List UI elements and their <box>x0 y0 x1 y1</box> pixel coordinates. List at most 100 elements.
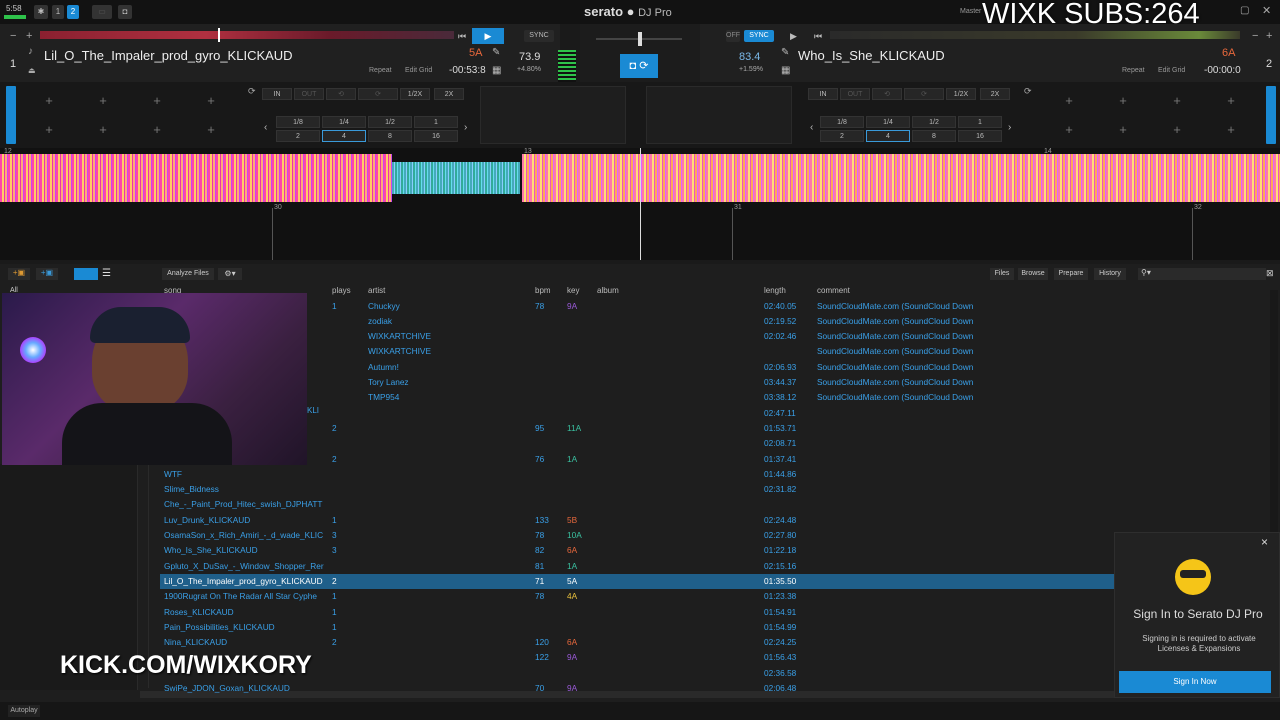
table-row[interactable]: Pain_Possibilities_KLICKAUD 1 01:54.99 <box>160 620 1114 635</box>
fx-slot-left[interactable] <box>480 86 626 144</box>
chevron-right-icon[interactable]: › <box>464 122 467 133</box>
sync-button-right[interactable]: SYNC <box>744 30 774 42</box>
cue-pad[interactable]: + <box>130 86 184 115</box>
column-comment[interactable]: comment <box>817 286 850 296</box>
loop-toggle-button[interactable]: ⟳ <box>358 88 398 100</box>
column-album[interactable]: album <box>597 286 619 296</box>
fx-slot-right[interactable] <box>646 86 792 144</box>
cue-pad[interactable]: + <box>22 115 76 144</box>
loop-size[interactable]: 16 <box>414 130 458 142</box>
loop-refresh-icon-right[interactable]: ⟳ <box>1024 86 1032 97</box>
play-button[interactable]: ▶ <box>472 28 504 44</box>
table-row[interactable]: 1900Rugrat On The Radar All Star Cyphe 1 7… <box>160 589 1114 604</box>
chevron-right-icon-right[interactable]: › <box>1008 122 1011 133</box>
table-row[interactable]: OsamaSon_x_Rich_Amiri_-_d_wade_KLIC 3 78 10… <box>160 528 1114 543</box>
prepare-button[interactable]: Prepare <box>1054 268 1088 280</box>
clear-search-icon[interactable]: ⊠ <box>1266 268 1274 279</box>
loop-out-button[interactable]: OUT <box>294 88 324 100</box>
cue-pad[interactable]: + <box>76 86 130 115</box>
close-icon[interactable]: × <box>1261 535 1268 549</box>
loop-in-button[interactable]: IN <box>262 88 292 100</box>
table-row[interactable]: Nina_KLICKAUD 2 120 6A 02:24.25 <box>160 635 1114 650</box>
chevron-left-icon-right[interactable]: ‹ <box>810 122 813 133</box>
cue-pad[interactable]: + <box>184 115 238 144</box>
mixer-view-button[interactable]: ▭ <box>92 5 112 19</box>
table-row[interactable]: SwiPe_JDON_Goxan_KLICKAUD 70 9A 02:06.48 <box>160 681 1114 696</box>
settings-icon[interactable]: ✱ <box>34 5 48 19</box>
add-crate-icon[interactable]: +▣ <box>8 268 30 280</box>
loop-size[interactable]: 1/8 <box>276 116 320 128</box>
cue-pad[interactable]: + <box>1204 86 1258 115</box>
table-row[interactable]: Luv_Drunk_KLICKAUD 1 133 5B 02:24.48 <box>160 513 1114 528</box>
loop-size[interactable]: 1/4 <box>322 116 366 128</box>
minus-icon[interactable]: − <box>10 30 16 42</box>
previous-icon[interactable]: ⏮ <box>458 31 466 42</box>
table-row[interactable]: Who_Is_She_KLICKAUD 3 82 6A 01:22.18 <box>160 543 1114 558</box>
minus-icon-right[interactable]: − <box>1252 30 1258 42</box>
cue-pad[interactable]: + <box>1150 86 1204 115</box>
cue-pad[interactable]: + <box>1204 115 1258 144</box>
loop-size[interactable]: 1/8 <box>820 116 864 128</box>
loop-double-button-right[interactable]: 2X <box>980 88 1010 100</box>
history-button[interactable]: History <box>1094 268 1126 280</box>
pencil-icon[interactable]: ✎ <box>492 47 500 58</box>
cue-pad[interactable]: + <box>22 86 76 115</box>
files-button[interactable]: Files <box>990 268 1014 280</box>
loop-size[interactable]: 16 <box>958 130 1002 142</box>
column-bpm[interactable]: bpm <box>535 286 551 296</box>
list-view-icon[interactable] <box>74 268 98 280</box>
autoplay-button[interactable]: Autoplay <box>8 705 40 717</box>
main-waveform[interactable]: 12 13 14 30 31 32 <box>0 148 1280 260</box>
cue-pad[interactable]: + <box>1096 86 1150 115</box>
loop-reloop-button-right[interactable]: ⟲ <box>872 88 902 100</box>
analyze-files-button[interactable]: Analyze Files <box>162 268 214 280</box>
loop-size[interactable]: 2 <box>276 130 320 142</box>
loop-half-button[interactable]: 1/2X <box>400 88 430 100</box>
track-overview-right[interactable] <box>830 31 1240 39</box>
cue-pad[interactable]: + <box>130 115 184 144</box>
edit-grid-label[interactable]: Edit Grid <box>405 67 432 74</box>
repeat-label-right[interactable]: Repeat <box>1122 67 1145 74</box>
off-button[interactable]: OFF <box>726 30 740 42</box>
plus-icon[interactable]: + <box>26 30 32 42</box>
calculator-icon-right[interactable]: ▦ <box>781 65 790 76</box>
sync-button[interactable]: SYNC <box>524 30 554 42</box>
crossfader-handle[interactable] <box>638 32 642 46</box>
loop-size[interactable]: 1/4 <box>866 116 910 128</box>
repeat-label[interactable]: Repeat <box>369 67 392 74</box>
track-overview[interactable] <box>40 31 454 39</box>
play-icon-right[interactable]: ▶ <box>790 31 797 42</box>
cue-pad[interactable]: + <box>1150 115 1204 144</box>
sync-lock-icon[interactable]: ◘ ⟳ <box>620 54 658 78</box>
cue-pad[interactable]: + <box>1042 86 1096 115</box>
loop-reloop-button[interactable]: ⟲ <box>326 88 356 100</box>
table-row[interactable]: WTF 01:44.86 <box>160 467 1114 482</box>
column-length[interactable]: length <box>764 286 786 296</box>
pencil-icon-right[interactable]: ✎ <box>781 47 789 58</box>
plus-icon-right[interactable]: + <box>1266 30 1272 42</box>
column-plays[interactable]: plays <box>332 286 351 296</box>
add-smart-crate-icon[interactable]: +▣ <box>36 268 58 280</box>
cue-pad[interactable]: + <box>76 115 130 144</box>
table-row[interactable]: Slime_Bidness 02:31.82 <box>160 482 1114 497</box>
chevron-left-icon[interactable]: ‹ <box>264 122 267 133</box>
detail-view-icon[interactable]: ☰ <box>102 268 126 280</box>
deck-2-view-button[interactable]: 2 <box>67 5 79 19</box>
signin-button[interactable]: Sign In Now <box>1119 671 1271 693</box>
gear-icon[interactable]: ⚙▾ <box>218 268 242 280</box>
loop-refresh-icon[interactable]: ⟳ <box>248 86 256 97</box>
maximize-icon[interactable]: ▢ <box>1240 5 1249 16</box>
deck-1-view-button[interactable]: 1 <box>52 5 64 19</box>
cue-pad[interactable]: + <box>184 86 238 115</box>
loop-in-button-right[interactable]: IN <box>808 88 838 100</box>
table-row[interactable]: Roses_KLICKAUD 1 01:54.91 <box>160 605 1114 620</box>
loop-half-button-right[interactable]: 1/2X <box>946 88 976 100</box>
loop-size-selected[interactable]: 4 <box>322 130 366 142</box>
shield-icon[interactable]: ◘ <box>118 5 132 19</box>
loop-size[interactable]: 8 <box>912 130 956 142</box>
previous-icon-right[interactable]: ⏮ <box>814 31 822 42</box>
loop-double-button[interactable]: 2X <box>434 88 464 100</box>
loop-size[interactable]: 1/2 <box>368 116 412 128</box>
eject-icon[interactable]: ⏏ <box>28 66 36 75</box>
table-row[interactable]: Lil_O_The_Impaler_prod_gyro_KLICKAUD 2 71 5… <box>160 573 1114 590</box>
